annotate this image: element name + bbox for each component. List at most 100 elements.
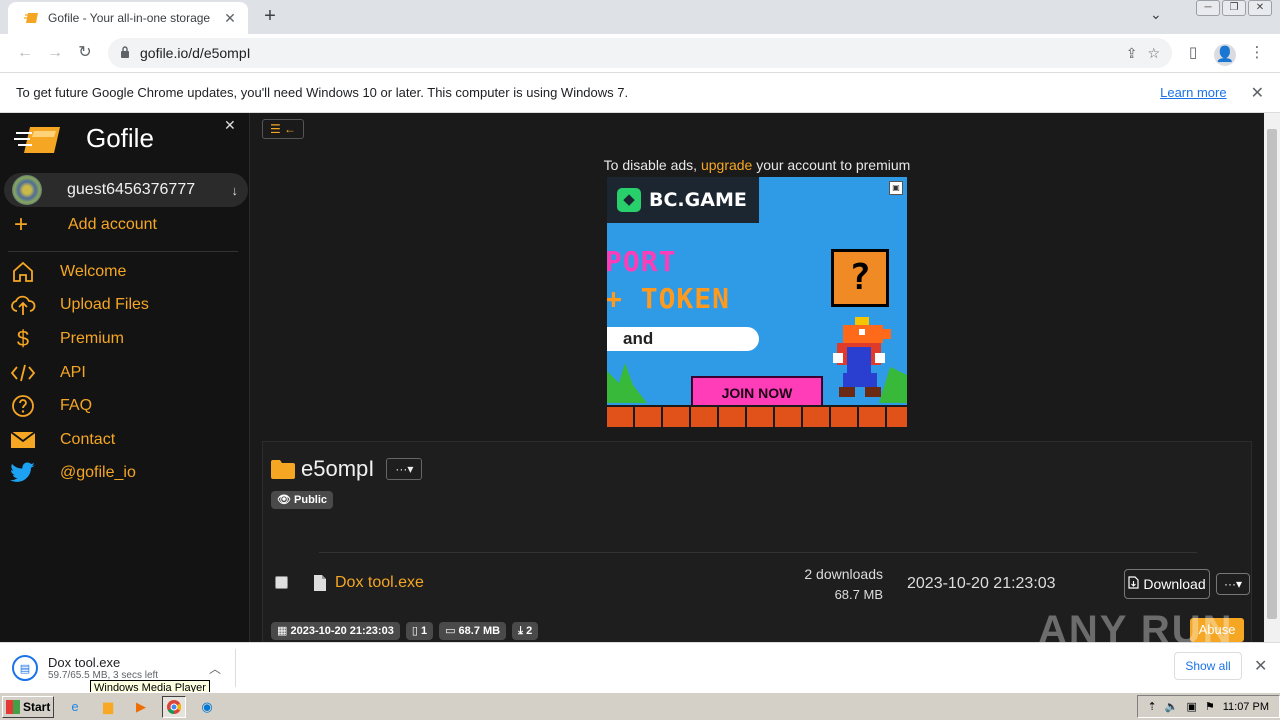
file-icon (313, 574, 327, 592)
file-select-checkbox[interactable] (275, 576, 288, 589)
sidebar-item-api[interactable]: API (10, 356, 240, 390)
calendar-icon: ▦ (277, 625, 288, 637)
ad-notice-prefix: To disable ads, (603, 157, 698, 173)
ad-notice: To disable ads, upgrade your account to … (262, 157, 1252, 173)
folder-icon (271, 459, 295, 479)
add-account-link[interactable]: + Add account (14, 211, 157, 239)
download-count: 2 (526, 625, 533, 637)
row-divider (319, 552, 1197, 553)
share-icon[interactable]: ⇪ (1126, 45, 1138, 62)
learn-more-link[interactable]: Learn more (1160, 85, 1226, 100)
folder-menu-button[interactable]: ···▾ (386, 458, 423, 480)
scrollbar-thumb[interactable] (1267, 129, 1277, 619)
explorer-folder-icon[interactable]: ▆ (96, 696, 120, 718)
account-selector[interactable]: guest6456376777 ↓ (4, 173, 248, 207)
file-download-count: 2 downloads (804, 566, 883, 582)
sidebar-item-contact[interactable]: Contact (10, 423, 240, 457)
sidebar-close-icon[interactable]: ✕ (224, 117, 236, 134)
download-button[interactable]: Download (1124, 569, 1210, 599)
sidebar-item-upload-files[interactable]: Upload Files (10, 289, 240, 323)
crocodile-character-icon (829, 317, 891, 399)
side-panel-icon[interactable]: ▯ (1180, 38, 1206, 68)
sidebar-divider (8, 251, 238, 252)
start-button[interactable]: Start (2, 695, 54, 718)
show-all-button[interactable]: Show all (1174, 652, 1242, 680)
sidebar-item-welcome[interactable]: Welcome (10, 255, 240, 289)
upload-icon (10, 292, 36, 318)
media-player-icon[interactable]: ▶ (129, 696, 153, 718)
browser-tab[interactable]: Gofile - Your all-in-one storage solutio… (8, 2, 248, 34)
file-name-link[interactable]: Dox tool.exe (335, 574, 424, 592)
envelope-icon (10, 427, 36, 453)
visibility-badge: 👁 Public (271, 491, 334, 509)
sidebar-item-label: @gofile_io (60, 464, 136, 482)
advertisement-banner[interactable]: ◆ BC.GAME ▣ PORT + TOKEN and ? JOIN NOW (607, 177, 907, 427)
network-icon[interactable]: ▣ (1186, 700, 1196, 713)
download-progress-icon: ▤ (12, 655, 38, 681)
bookmark-star-icon[interactable]: ☆ (1147, 45, 1160, 62)
dollar-icon: $ (16, 325, 30, 351)
upgrade-link[interactable]: upgrade (701, 157, 752, 173)
address-bar[interactable]: gofile.io/d/e5ompI ⇪ ☆ (108, 38, 1172, 68)
chrome-menu-icon[interactable]: ⋮ (1244, 38, 1270, 68)
chevron-up-icon[interactable]: ︿ (209, 660, 221, 677)
clock[interactable]: 11:07 PM (1223, 701, 1269, 713)
file-size: 68.7 MB (834, 587, 883, 602)
sidebar: Gofile ✕ guest6456376777 ↓ + Add account… (0, 113, 250, 642)
restore-button[interactable]: ❐ (1222, 0, 1246, 16)
page-scrollbar[interactable] (1264, 113, 1280, 642)
created-date-badge: ▦ 2023-10-20 21:23:03 (271, 622, 400, 640)
brick-ground (607, 405, 907, 427)
files-icon: ▯ (411, 625, 418, 637)
tab-strip: Gofile - Your all-in-one storage solutio… (0, 0, 1280, 34)
lock-icon[interactable] (120, 45, 130, 61)
download-count-badge: ⤓ 2 (512, 622, 539, 640)
back-arrow-icon[interactable]: ← (10, 38, 40, 68)
ad-choices-icon[interactable]: ▣ (889, 181, 903, 195)
new-tab-button[interactable]: + (258, 4, 282, 28)
ad-brand-text: BC.GAME (649, 189, 747, 211)
ad-headline-1: PORT (607, 245, 677, 278)
sidebar-item-premium[interactable]: $ Premium (10, 322, 240, 356)
file-count-badge: ▯ 1 (405, 622, 434, 640)
forward-arrow-icon[interactable]: → (40, 38, 70, 68)
total-size: 68.7 MB (458, 625, 501, 637)
tab-close-icon[interactable]: ✕ (222, 10, 238, 27)
ad-notice-suffix: your account to premium (756, 157, 911, 173)
folder-meta-badges: ▦ 2023-10-20 21:23:03 ▯ 1 ▭ 68.7 MB ⤓ 2 (271, 622, 539, 640)
file-more-button[interactable]: ···▾ (1216, 573, 1250, 595)
ie-icon[interactable]: e (63, 696, 87, 718)
sidebar-item-faq[interactable]: FAQ (10, 389, 240, 423)
shelf-close-icon[interactable]: ✕ (1254, 656, 1267, 676)
tab-search-chevron-icon[interactable]: ⌄ (1150, 6, 1162, 23)
download-label: Download (1143, 576, 1206, 592)
folder-header: e5ompI ···▾ (271, 456, 423, 482)
url-text: gofile.io/d/e5ompI (140, 45, 251, 61)
sidebar-toggle-button[interactable]: ☰ ← (262, 119, 304, 139)
reload-icon[interactable]: ↻ (70, 38, 100, 68)
file-count: 1 (420, 625, 428, 637)
chrome-icon[interactable] (162, 695, 186, 718)
close-window-button[interactable]: ✕ (1248, 0, 1272, 16)
sidebar-item-label: Contact (60, 430, 116, 448)
ad-pill-text: and (607, 327, 759, 351)
edge-icon[interactable]: ◉ (195, 696, 219, 718)
question-block-icon: ? (831, 249, 889, 307)
infobar-close-icon[interactable]: ✕ (1251, 83, 1264, 103)
account-avatar (12, 175, 42, 205)
infobar-message: To get future Google Chrome updates, you… (16, 85, 629, 100)
minimize-button[interactable]: ─ (1196, 0, 1220, 16)
profile-avatar-icon[interactable]: 👤 (1214, 44, 1236, 66)
add-account-label: Add account (68, 216, 157, 233)
action-center-flag-icon[interactable]: ⚑ (1205, 700, 1215, 713)
volume-icon[interactable]: 🔈 (1165, 700, 1179, 713)
sidebar-item-twitter[interactable]: @gofile_io (10, 457, 240, 491)
bc-logo-icon: ◆ (617, 188, 641, 212)
tab-title: Gofile - Your all-in-one storage solutio… (48, 11, 214, 25)
sidebar-item-label: Upload Files (60, 296, 149, 314)
sidebar-item-label: Welcome (60, 262, 127, 280)
download-item-text: Dox tool.exe 59.7/65.5 MB, 3 secs left (48, 655, 199, 681)
window-controls: ─ ❐ ✕ (1196, 0, 1272, 16)
file-download-icon (1128, 576, 1139, 592)
tray-arrow-icon[interactable]: ⇡ (1148, 700, 1157, 713)
